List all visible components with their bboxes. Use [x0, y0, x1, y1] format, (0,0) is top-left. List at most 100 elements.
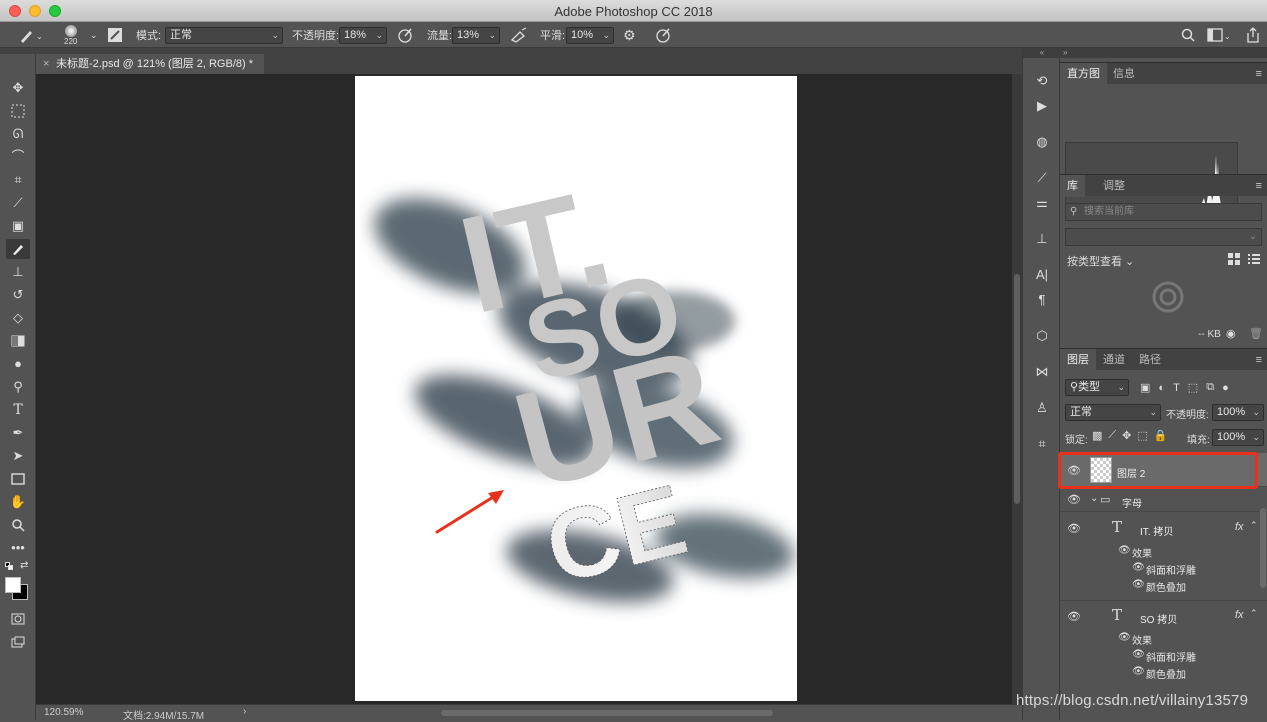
quick-select-tool[interactable]: ⌒: [6, 147, 30, 167]
horizontal-scrollbar[interactable]: [441, 710, 773, 716]
default-colors-button[interactable]: [5, 562, 13, 570]
tab-layers[interactable]: 图层: [1060, 349, 1096, 371]
workspace-button[interactable]: ⌄: [1207, 22, 1229, 48]
brush-preset-dropdown[interactable]: ⌄: [90, 22, 98, 48]
lock-position-icon[interactable]: ✥: [1122, 429, 1131, 442]
brush-panel-button[interactable]: ⟋: [1032, 168, 1052, 188]
expand-icon[interactable]: »: [1060, 48, 1267, 58]
panel-menu-icon[interactable]: ≡: [1256, 180, 1262, 192]
properties-panel-button[interactable]: ♙: [1032, 398, 1052, 418]
cc-sync-icon[interactable]: ◉: [1226, 327, 1236, 340]
brush-tool[interactable]: [6, 239, 30, 259]
3d-panel-button[interactable]: ⬡: [1032, 326, 1052, 346]
trash-icon[interactable]: 🗑: [1249, 327, 1263, 340]
fx-icon[interactable]: fx: [1235, 609, 1244, 621]
type-filter-icon[interactable]: T: [1173, 382, 1180, 394]
effects-row[interactable]: 👁 效果: [1060, 545, 1267, 562]
crop-tool[interactable]: ⌗: [6, 170, 30, 190]
layer-name[interactable]: SO 拷贝: [1140, 611, 1177, 626]
crop-panel-button[interactable]: ⌗: [1032, 434, 1052, 454]
brush-size-picker[interactable]: 220: [64, 22, 77, 48]
opacity-input[interactable]: 18% ⌄: [339, 26, 387, 44]
zoom-level[interactable]: 120.59%: [44, 707, 83, 718]
tab-info[interactable]: 信息: [1106, 63, 1142, 85]
pressure-opacity-button[interactable]: [397, 22, 413, 48]
mode-select[interactable]: 正常 ⌄: [165, 26, 283, 44]
color-panel-button[interactable]: ◍: [1032, 132, 1052, 152]
more-tools[interactable]: •••: [6, 538, 30, 558]
library-search-input[interactable]: ⚲ 搜索当前库: [1065, 203, 1262, 221]
pen-tool[interactable]: ✒: [6, 423, 30, 443]
effect-color-overlay-row[interactable]: 👁 颜色叠加: [1060, 666, 1267, 683]
paragraph-panel-button[interactable]: ¶: [1032, 290, 1052, 310]
chevron-up-icon[interactable]: ⌃: [1250, 520, 1258, 531]
smart-object-filter-icon[interactable]: ⧉: [1206, 381, 1214, 394]
rectangle-tool[interactable]: [6, 469, 30, 489]
effects-row[interactable]: 👁 效果: [1060, 632, 1267, 649]
clone-source-panel-button[interactable]: ⊥: [1032, 229, 1052, 249]
layers-scrollbar[interactable]: [1260, 508, 1266, 588]
eraser-tool[interactable]: ◇: [6, 308, 30, 328]
history-brush-tool[interactable]: ↺: [6, 285, 30, 305]
tab-paths[interactable]: 路径: [1132, 349, 1168, 371]
visibility-eye-icon[interactable]: 👁: [1132, 579, 1145, 590]
tab-channels[interactable]: 通道: [1096, 349, 1132, 371]
layer-row-group[interactable]: 👁 ⌄ ▭ 字母: [1060, 488, 1267, 512]
visibility-eye-icon[interactable]: 👁: [1118, 632, 1131, 643]
foreground-color-swatch[interactable]: [5, 577, 21, 593]
fill-input[interactable]: 100% ⌄: [1212, 429, 1264, 446]
visibility-eye-icon[interactable]: 👁: [1132, 649, 1145, 660]
quick-mask-button[interactable]: [6, 609, 30, 629]
smoothing-input[interactable]: 10% ⌄: [566, 26, 614, 44]
chevron-up-icon[interactable]: ⌃: [1250, 608, 1258, 619]
lock-transparent-icon[interactable]: ▩: [1092, 429, 1102, 442]
effect-bevel-row[interactable]: 👁 斜面和浮雕: [1060, 562, 1267, 579]
brush-settings-button[interactable]: [107, 22, 123, 48]
tab-adjustments[interactable]: 调整: [1096, 175, 1132, 197]
layer-name[interactable]: IT. 拷贝: [1140, 523, 1173, 538]
panel-menu-icon[interactable]: ≡: [1256, 354, 1262, 366]
brush-settings-panel-button[interactable]: ⚌: [1032, 193, 1052, 213]
close-tab-icon[interactable]: ×: [43, 54, 49, 74]
layer-opacity-input[interactable]: 100% ⌄: [1212, 404, 1264, 421]
shape-filter-icon[interactable]: ⬚: [1188, 381, 1198, 394]
adjustment-filter-icon[interactable]: ◐: [1158, 382, 1165, 394]
timeline-panel-button[interactable]: ⋈: [1032, 362, 1052, 382]
layer-row-it-copy[interactable]: 👁 T IT. 拷贝 fx ⌃: [1060, 513, 1267, 543]
document-tab[interactable]: × 未标题-2.psd @ 121% (图层 2, RGB/8) *: [36, 54, 264, 74]
hand-tool[interactable]: ✋: [6, 492, 30, 512]
brush-tool-preset[interactable]: ⌄: [16, 22, 44, 48]
blur-tool[interactable]: ●: [6, 354, 30, 374]
marquee-tool[interactable]: [6, 101, 30, 121]
lock-all-icon[interactable]: 🔒: [1154, 429, 1168, 442]
eyedropper-tool[interactable]: ⟋: [6, 193, 30, 213]
actions-panel-button[interactable]: ▶: [1032, 96, 1052, 116]
visibility-eye-icon[interactable]: 👁: [1132, 562, 1145, 573]
grid-view-button[interactable]: [1228, 253, 1240, 265]
search-button[interactable]: [1181, 22, 1195, 48]
pressure-size-button[interactable]: [655, 22, 671, 48]
zoom-tool[interactable]: [6, 515, 30, 535]
screen-mode-button[interactable]: [6, 632, 30, 652]
library-select[interactable]: ⌄: [1065, 228, 1262, 246]
collapse-icon[interactable]: «: [1023, 48, 1061, 58]
layer-row-so-copy[interactable]: 👁 T SO 拷贝 fx ⌃: [1060, 600, 1267, 630]
tab-histogram[interactable]: 直方图: [1060, 63, 1107, 85]
smoothing-options-button[interactable]: ⚙: [623, 22, 636, 48]
filter-toggle-icon[interactable]: ●: [1222, 382, 1229, 394]
scroll-thumb[interactable]: [1014, 274, 1020, 504]
layer-filter-select[interactable]: ⚲类型 ⌄: [1065, 379, 1129, 396]
lock-artboard-icon[interactable]: ⬚: [1137, 429, 1147, 442]
visibility-eye-icon[interactable]: 👁: [1067, 522, 1081, 535]
dodge-tool[interactable]: ⚲: [6, 377, 30, 397]
swap-colors-icon[interactable]: ⇄: [20, 560, 28, 571]
airbrush-button[interactable]: [510, 22, 528, 48]
gradient-tool[interactable]: [6, 331, 30, 351]
healing-brush-tool[interactable]: ▣: [6, 216, 30, 236]
status-menu-icon[interactable]: ›: [243, 706, 246, 717]
visibility-eye-icon[interactable]: 👁: [1067, 493, 1081, 506]
visibility-eye-icon[interactable]: 👁: [1118, 545, 1131, 556]
share-button[interactable]: [1246, 22, 1260, 48]
list-view-button[interactable]: [1248, 253, 1260, 265]
panel-menu-icon[interactable]: ≡: [1256, 68, 1262, 80]
